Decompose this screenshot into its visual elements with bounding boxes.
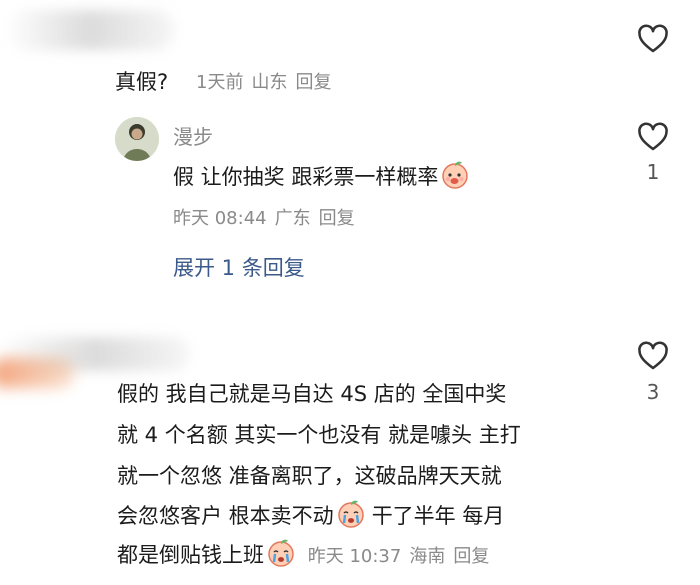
avatar[interactable] bbox=[115, 117, 159, 161]
like-heart-icon[interactable] bbox=[636, 22, 670, 56]
comment-time: 昨天 10:37 bbox=[307, 546, 402, 567]
crying-peach-emoji-icon bbox=[336, 499, 366, 529]
comment-line-segment: 会忽悠客户 根本卖不动 bbox=[117, 504, 334, 528]
comment-meta: 1天前 山东 回复 bbox=[196, 68, 339, 94]
comment-time: 1天前 bbox=[196, 72, 244, 93]
comment-line: 就 4 个名额 其实一个也没有 就是噱头 主打 bbox=[117, 423, 521, 447]
comment-line: 就一个忽悠 准备离职了，这破品牌天天就 bbox=[117, 464, 502, 488]
crying-peach-emoji-icon bbox=[266, 538, 296, 568]
reply-nickname[interactable]: 漫步 bbox=[173, 121, 213, 150]
like-count: 1 bbox=[646, 160, 660, 184]
comment-line: 假的 我自己就是马自达 4S 店的 全国中奖 bbox=[117, 382, 507, 406]
reply-button[interactable]: 回复 bbox=[453, 546, 489, 567]
comment-line-segment: 都是倒贴钱上班 bbox=[117, 543, 264, 567]
like-count: 3 bbox=[646, 380, 660, 404]
blurred-avatar bbox=[0, 358, 75, 388]
comment-line: 都是倒贴钱上班 昨天 10:37 海南 回复 bbox=[117, 538, 497, 569]
comment-line-segment: 干了半年 每月 bbox=[371, 504, 505, 528]
blurred-username bbox=[5, 10, 175, 50]
reply-meta: 昨天 08:44 广东 回复 bbox=[173, 204, 363, 230]
comment-line: 会忽悠客户 根本卖不动 干了半年 每月 bbox=[117, 499, 504, 530]
like-heart-icon[interactable] bbox=[636, 339, 670, 373]
comment-location: 山东 bbox=[251, 72, 288, 93]
reply-text: 假 让你抽奖 跟彩票一样概率 bbox=[173, 160, 472, 191]
reply-button[interactable]: 回复 bbox=[295, 72, 331, 93]
reply-text-content: 假 让你抽奖 跟彩票一样概率 bbox=[173, 165, 439, 189]
expand-replies-button[interactable]: 展开 1 条回复 bbox=[173, 252, 305, 282]
comment-location: 海南 bbox=[409, 546, 446, 567]
reply-location: 广东 bbox=[274, 208, 311, 229]
reply-button[interactable]: 回复 bbox=[319, 208, 355, 229]
like-heart-icon[interactable] bbox=[636, 120, 670, 154]
comment-meta: 昨天 10:37 海南 回复 bbox=[302, 546, 497, 567]
shy-peach-emoji-icon bbox=[440, 160, 470, 190]
comment-text: 真假? bbox=[115, 70, 169, 94]
reply-time: 昨天 08:44 bbox=[173, 208, 267, 229]
